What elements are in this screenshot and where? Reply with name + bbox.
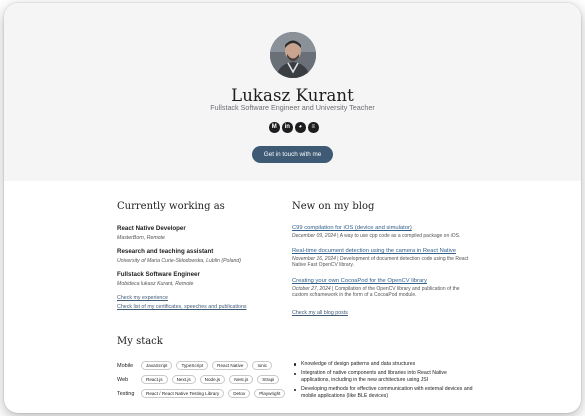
stack-label: Testing: [117, 390, 135, 397]
linkedin-icon[interactable]: in: [282, 122, 293, 133]
job-item: React Native Developer MasterBorn, Remot…: [117, 225, 287, 241]
blog-post: Real-time document detection using the c…: [292, 248, 477, 269]
avatar: [270, 32, 316, 78]
blog-post-title[interactable]: Creating your own CocoaPod for the OpenC…: [292, 278, 477, 284]
stack-tag: React / React Native Testing Library: [141, 389, 225, 398]
blog-post: C99 compilation for iOS (device and simu…: [292, 225, 477, 239]
browser-frame: Lukasz Kurant Fullstack Software Enginee…: [4, 3, 581, 413]
experience-link[interactable]: Check my experience: [117, 295, 168, 301]
stack-tag: React Native: [212, 361, 249, 370]
profile-subtitle: Fullstack Software Engineer and Universi…: [210, 103, 375, 112]
blog-post: Creating your own CocoaPod for the OpenC…: [292, 278, 477, 299]
hero-section: Lukasz Kurant Fullstack Software Enginee…: [4, 3, 581, 181]
job-title: Research and teaching assistant: [117, 248, 214, 255]
medium-icon[interactable]: M: [269, 122, 280, 133]
github-icon[interactable]: ◕: [295, 122, 306, 133]
blog-post-desc: October 27, 2024 | Compilation of the Op…: [292, 285, 460, 299]
stack-label: Mobile: [117, 362, 134, 369]
job-place: Mobideca lukasz Kurant, Remote: [117, 280, 194, 287]
stack-section-title: My stack: [117, 336, 163, 347]
list-item: Knowledge of design patterns and data st…: [292, 361, 477, 368]
stack-tag: Detox: [228, 389, 251, 398]
stack-tag: TypeScript: [176, 361, 209, 370]
stack-label: Web: [117, 376, 129, 383]
job-place: University of Maria Curie-Skłodowska, Lu…: [117, 257, 241, 264]
job-title: React Native Developer: [117, 225, 186, 232]
job-item: Research and teaching assistant Universi…: [117, 248, 287, 264]
stack-tag: Playwright: [254, 389, 286, 398]
stack-tag: Strapi: [257, 375, 280, 384]
stack-tag: JavaScript: [141, 361, 173, 370]
stack-tag: Ionic: [252, 361, 273, 370]
stack-tag: Nest.js: [229, 375, 254, 384]
certificates-link[interactable]: Check list of my certificates, speeches …: [117, 304, 247, 310]
job-place: MasterBorn, Remote: [117, 234, 165, 241]
blog-post-title[interactable]: C99 compilation for iOS (device and simu…: [292, 225, 477, 231]
list-item: Integration of native components and lib…: [292, 370, 477, 383]
stackoverflow-icon[interactable]: ≡: [308, 122, 319, 133]
social-links: M in ◕ ≡: [269, 122, 319, 134]
blog-section-title: New on my blog: [292, 201, 375, 212]
list-item: Developing methods for effective communi…: [292, 386, 477, 399]
stack-row-web: Web React.js Next.js Node.js Nest.js Str…: [117, 374, 283, 385]
blog-post-desc: November 16, 2024 | Development of docum…: [292, 255, 469, 269]
all-posts-link[interactable]: Check my all blog posts: [292, 310, 348, 316]
contact-button[interactable]: Get in touch with me: [252, 146, 333, 163]
stack-row-testing: Testing React / React Native Testing Lib…: [117, 388, 289, 399]
stack-tag: React.js: [141, 375, 168, 384]
job-item: Fullstack Software Engineer Mobideca luk…: [117, 271, 287, 287]
skills-list: Knowledge of design patterns and data st…: [292, 361, 477, 402]
stack-row-mobile: Mobile JavaScript TypeScript React Nativ…: [117, 360, 276, 371]
work-section-title: Currently working as: [117, 201, 225, 212]
blog-post-title[interactable]: Real-time document detection using the c…: [292, 248, 477, 254]
job-title: Fullstack Software Engineer: [117, 271, 200, 278]
stack-tag: Next.js: [171, 375, 196, 384]
blog-post-desc: December 09, 2024 | A way to use cpp cod…: [292, 232, 461, 239]
stack-tag: Node.js: [199, 375, 226, 384]
